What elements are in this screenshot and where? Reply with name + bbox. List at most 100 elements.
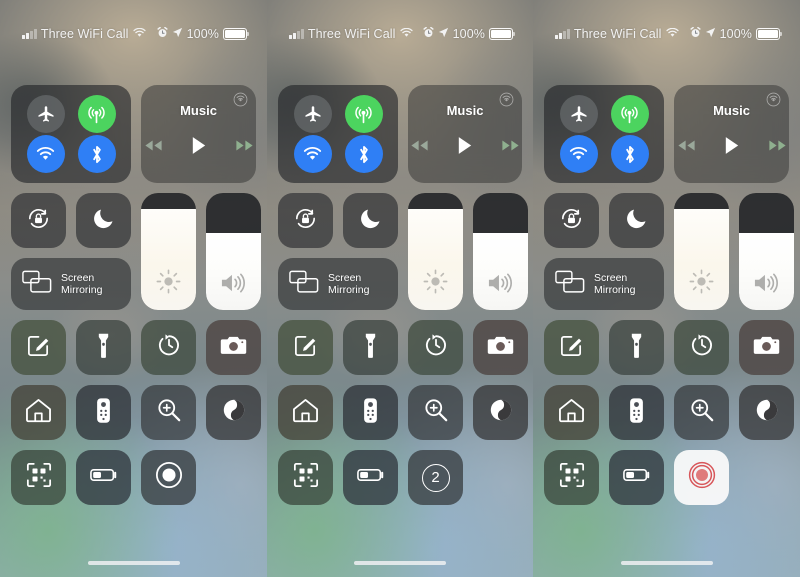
- camera-tile[interactable]: [739, 320, 794, 375]
- magnifier-tile[interactable]: [141, 385, 196, 440]
- flashlight-tile[interactable]: [609, 320, 664, 375]
- music-module[interactable]: Music: [408, 85, 522, 183]
- fast-forward-icon[interactable]: [501, 139, 520, 157]
- screen-record-tile[interactable]: [141, 450, 196, 505]
- volume-slider[interactable]: [206, 193, 261, 310]
- airplane-mode-toggle[interactable]: [26, 95, 65, 133]
- fast-forward-icon[interactable]: [768, 139, 787, 157]
- brightness-icon: [423, 269, 448, 299]
- flashlight-tile[interactable]: [76, 320, 131, 375]
- qr-scanner-tile[interactable]: [278, 450, 333, 505]
- qr-scanner-tile[interactable]: [544, 450, 599, 505]
- qr-scanner-tile[interactable]: [11, 450, 66, 505]
- flashlight-tile[interactable]: [343, 320, 398, 375]
- flashlight-icon: [96, 332, 111, 364]
- magnifier-plus-icon: [689, 397, 715, 428]
- connectivity-module[interactable]: [544, 85, 664, 183]
- do-not-disturb-toggle[interactable]: [609, 193, 664, 248]
- record-circle-icon: [155, 461, 183, 494]
- dark-mode-tile[interactable]: [473, 385, 528, 440]
- remote-tile[interactable]: [343, 385, 398, 440]
- notes-pencil-icon: [26, 333, 51, 363]
- home-tile[interactable]: [544, 385, 599, 440]
- alarm-clock-icon: [423, 26, 434, 41]
- music-module[interactable]: Music: [141, 85, 256, 183]
- record-circle-active-icon: [687, 460, 717, 495]
- home-tile[interactable]: [11, 385, 66, 440]
- low-power-tile[interactable]: [343, 450, 398, 505]
- music-module[interactable]: Music: [674, 85, 789, 183]
- notes-tile[interactable]: [278, 320, 333, 375]
- timer-tile[interactable]: [141, 320, 196, 375]
- qr-code-icon: [26, 462, 52, 493]
- battery-low-icon: [356, 467, 385, 488]
- airplay-audio-icon[interactable]: [233, 92, 248, 112]
- bluetooth-toggle[interactable]: [344, 135, 383, 173]
- notes-tile[interactable]: [544, 320, 599, 375]
- rotation-lock-toggle[interactable]: [11, 193, 66, 248]
- low-power-tile[interactable]: [609, 450, 664, 505]
- play-icon[interactable]: [191, 136, 207, 160]
- fast-forward-icon[interactable]: [235, 139, 254, 157]
- timer-tile[interactable]: [408, 320, 463, 375]
- camera-tile[interactable]: [473, 320, 528, 375]
- bluetooth-toggle[interactable]: [77, 135, 116, 173]
- bluetooth-toggle[interactable]: [610, 135, 649, 173]
- cellular-data-toggle[interactable]: [610, 95, 649, 133]
- airplane-mode-toggle[interactable]: [293, 95, 332, 133]
- location-arrow-icon: [705, 27, 716, 41]
- rotation-lock-toggle[interactable]: [544, 193, 599, 248]
- dark-mode-contrast-icon: [754, 397, 780, 428]
- brightness-slider[interactable]: [674, 193, 729, 310]
- wifi-toggle[interactable]: [293, 135, 332, 173]
- screen-mirroring-button[interactable]: Screen Mirroring: [544, 258, 664, 310]
- rewind-icon[interactable]: [144, 139, 163, 157]
- magnifier-tile[interactable]: [408, 385, 463, 440]
- rewind-icon[interactable]: [677, 139, 696, 157]
- camera-icon: [487, 334, 514, 361]
- do-not-disturb-toggle[interactable]: [343, 193, 398, 248]
- rotation-lock-toggle[interactable]: [278, 193, 333, 248]
- remote-tile[interactable]: [76, 385, 131, 440]
- cellular-data-toggle[interactable]: [344, 95, 383, 133]
- dark-mode-tile[interactable]: [739, 385, 794, 440]
- low-power-tile[interactable]: [76, 450, 131, 505]
- wifi-toggle[interactable]: [559, 135, 598, 173]
- magnifier-tile[interactable]: [674, 385, 729, 440]
- airplane-mode-toggle[interactable]: [559, 95, 598, 133]
- airplay-audio-icon[interactable]: [499, 92, 514, 112]
- airplay-audio-icon[interactable]: [766, 92, 781, 112]
- timer-tile[interactable]: [674, 320, 729, 375]
- status-bar: Three WiFi Call 100%: [267, 0, 533, 46]
- notes-tile[interactable]: [11, 320, 66, 375]
- cellular-signal-icon: [22, 29, 37, 39]
- wifi-toggle[interactable]: [26, 135, 65, 173]
- dark-mode-tile[interactable]: [206, 385, 261, 440]
- screen-mirroring-label-line2: Mirroring: [328, 284, 370, 296]
- screen-mirroring-button[interactable]: Screen Mirroring: [278, 258, 398, 310]
- wifi-icon: [302, 146, 323, 162]
- cellular-data-toggle[interactable]: [77, 95, 116, 133]
- play-icon[interactable]: [457, 136, 473, 160]
- screen-record-tile-active[interactable]: [674, 450, 729, 505]
- location-arrow-icon: [438, 27, 449, 41]
- home-tile[interactable]: [278, 385, 333, 440]
- volume-slider[interactable]: [473, 193, 528, 310]
- camera-tile[interactable]: [206, 320, 261, 375]
- remote-tile[interactable]: [609, 385, 664, 440]
- play-icon[interactable]: [724, 136, 740, 160]
- battery-percent-label: 100%: [186, 27, 219, 41]
- screen-record-tile[interactable]: 2: [408, 450, 463, 505]
- connectivity-module[interactable]: [11, 85, 131, 183]
- brightness-slider[interactable]: [141, 193, 196, 310]
- volume-slider[interactable]: [739, 193, 794, 310]
- cellular-data-icon: [353, 104, 374, 125]
- home-indicator: [354, 561, 446, 565]
- bluetooth-icon: [623, 144, 637, 165]
- do-not-disturb-toggle[interactable]: [76, 193, 131, 248]
- rewind-icon[interactable]: [410, 139, 429, 157]
- brightness-slider[interactable]: [408, 193, 463, 310]
- screen-mirroring-button[interactable]: Screen Mirroring: [11, 258, 131, 310]
- connectivity-module[interactable]: [278, 85, 398, 183]
- screen-mirroring-label-line2: Mirroring: [61, 284, 103, 296]
